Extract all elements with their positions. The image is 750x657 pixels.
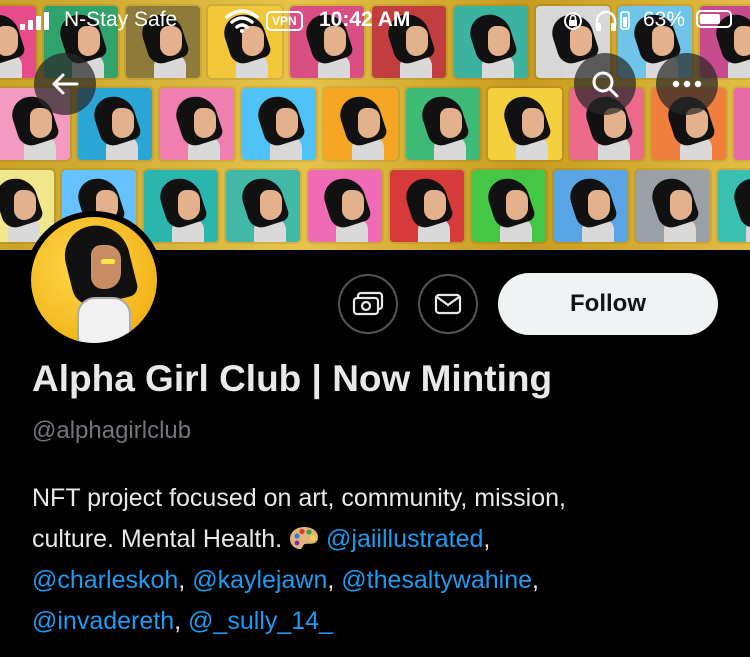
status-bar: N-Stay Safe VPN 10:42 AM 63% (0, 0, 750, 40)
bio-text: NFT project focused on art, community, m… (32, 484, 566, 512)
mention-link[interactable]: @_sully_14_ (188, 607, 333, 635)
back-arrow-icon (52, 73, 79, 95)
more-dots-icon (672, 80, 702, 88)
banner-art-tile (488, 88, 562, 160)
banner-art-tile (160, 88, 234, 160)
battery-percent: 63% (643, 8, 686, 31)
banner-art-tile (406, 88, 480, 160)
vpn-badge: VPN (266, 11, 303, 31)
mention-link[interactable]: @charleskoh (32, 566, 178, 594)
mention-link[interactable]: @invadereth (32, 607, 174, 635)
bio-text: culture. Mental Health. (32, 525, 283, 553)
palette-emoji-icon (290, 527, 319, 549)
banner-art-tile (226, 170, 300, 242)
status-time: 10:42 AM (319, 8, 411, 31)
banner-art-tile (324, 88, 398, 160)
mention-link[interactable]: @jaiillustrated (326, 525, 483, 553)
banner-art-tile (144, 170, 218, 242)
avatar[interactable] (25, 211, 163, 349)
headphones-icon (595, 10, 617, 31)
mail-icon (434, 293, 462, 315)
battery-icon (696, 10, 732, 28)
mention-link[interactable]: @kaylejawn (192, 566, 327, 594)
banner-art-tile (734, 88, 750, 160)
wifi-icon (225, 9, 259, 33)
avatar-image (31, 217, 157, 343)
battery-level-icon (620, 11, 630, 30)
banner-art-tile (308, 170, 382, 242)
search-button[interactable] (574, 53, 636, 115)
message-button[interactable] (418, 274, 478, 334)
carrier-name: N-Stay Safe (64, 8, 178, 31)
banner-art-tile (390, 170, 464, 242)
profile-name: Alpha Girl Club | Now Minting (32, 358, 553, 399)
search-icon (592, 71, 619, 98)
follow-button[interactable]: Follow (498, 273, 718, 335)
banner-art-tile (554, 170, 628, 242)
profile-handle: @alphagirlclub (32, 417, 192, 444)
banner-row (0, 88, 750, 160)
more-options-button[interactable] (656, 53, 718, 115)
banner-art-tile (472, 170, 546, 242)
back-button[interactable] (34, 53, 96, 115)
rotation-lock-icon (564, 12, 582, 30)
banner-art-tile (718, 170, 750, 242)
profile-bio: NFT project focused on art, community, m… (32, 484, 566, 635)
view-nfts-button[interactable] (338, 274, 398, 334)
banner-art-tile (636, 170, 710, 242)
nft-cash-icon (352, 291, 384, 316)
signal-icon (20, 12, 49, 30)
mention-link[interactable]: @thesaltywahine (341, 566, 532, 594)
banner-art-tile (242, 88, 316, 160)
